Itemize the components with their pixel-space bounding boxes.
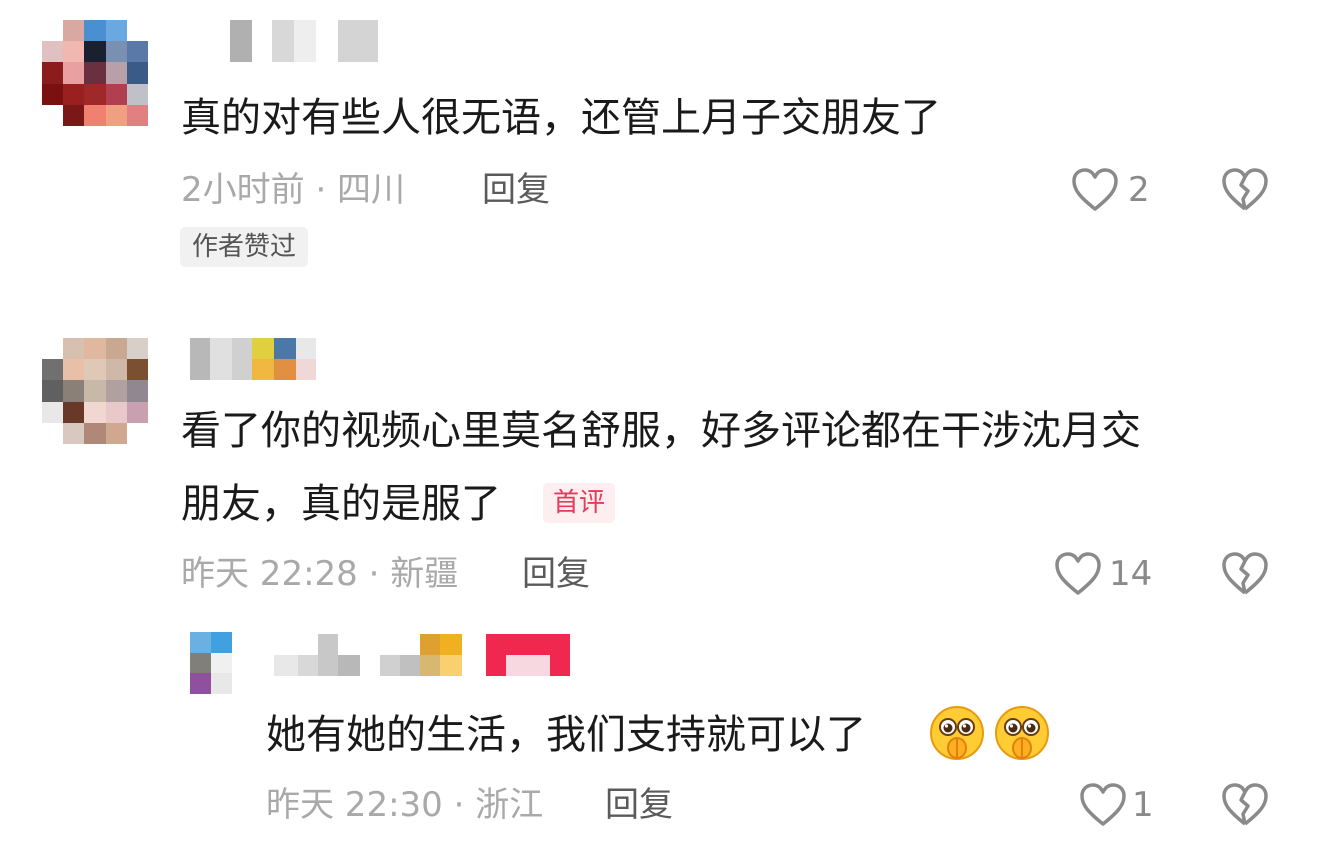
comment-text-line1: 看了你的视频心里莫名舒服，好多评论都在干涉沈月交 bbox=[181, 408, 1141, 454]
heart-outline-icon bbox=[1055, 552, 1101, 595]
first-comment-badge: 首评 bbox=[543, 483, 616, 523]
reply-button[interactable]: 回复 bbox=[605, 788, 673, 822]
reply-button[interactable]: 回复 bbox=[522, 557, 590, 591]
like-count: 1 bbox=[1132, 785, 1154, 825]
pleading-hands-emoji bbox=[995, 706, 1049, 760]
avatar[interactable] bbox=[190, 632, 232, 694]
username-mosaic[interactable] bbox=[274, 634, 574, 676]
broken-heart-icon[interactable] bbox=[1220, 781, 1270, 829]
like-button[interactable]: 1 bbox=[1078, 781, 1168, 829]
reply-meta: 昨天 22:30 · 浙江 bbox=[266, 785, 544, 825]
heart-outline-icon bbox=[1080, 783, 1126, 826]
username-mosaic[interactable] bbox=[230, 20, 380, 62]
like-button[interactable]: 14 bbox=[1053, 550, 1163, 598]
author-liked-badge: 作者赞过 bbox=[180, 227, 309, 267]
like-count: 14 bbox=[1109, 554, 1153, 594]
pleading-hands-emoji bbox=[930, 706, 984, 760]
like-count: 2 bbox=[1128, 170, 1150, 210]
comment-text: 真的对有些人很无语，还管上月子交朋友了 bbox=[181, 95, 941, 141]
reply-button[interactable]: 回复 bbox=[482, 173, 550, 207]
like-button[interactable]: 2 bbox=[1070, 166, 1160, 214]
comment-text-line2: 朋友，真的是服了 bbox=[181, 481, 501, 527]
broken-heart-icon[interactable] bbox=[1220, 166, 1270, 214]
heart-outline-icon bbox=[1072, 168, 1118, 211]
broken-heart-icon[interactable] bbox=[1220, 550, 1270, 598]
comment-meta: 2小时前 · 四川 bbox=[181, 170, 406, 210]
avatar[interactable] bbox=[42, 20, 148, 126]
avatar[interactable] bbox=[42, 338, 148, 444]
reply-text: 她有她的生活，我们支持就可以了 bbox=[266, 712, 866, 758]
username-mosaic[interactable] bbox=[190, 338, 320, 380]
comment-meta: 昨天 22:28 · 新疆 bbox=[181, 554, 459, 594]
